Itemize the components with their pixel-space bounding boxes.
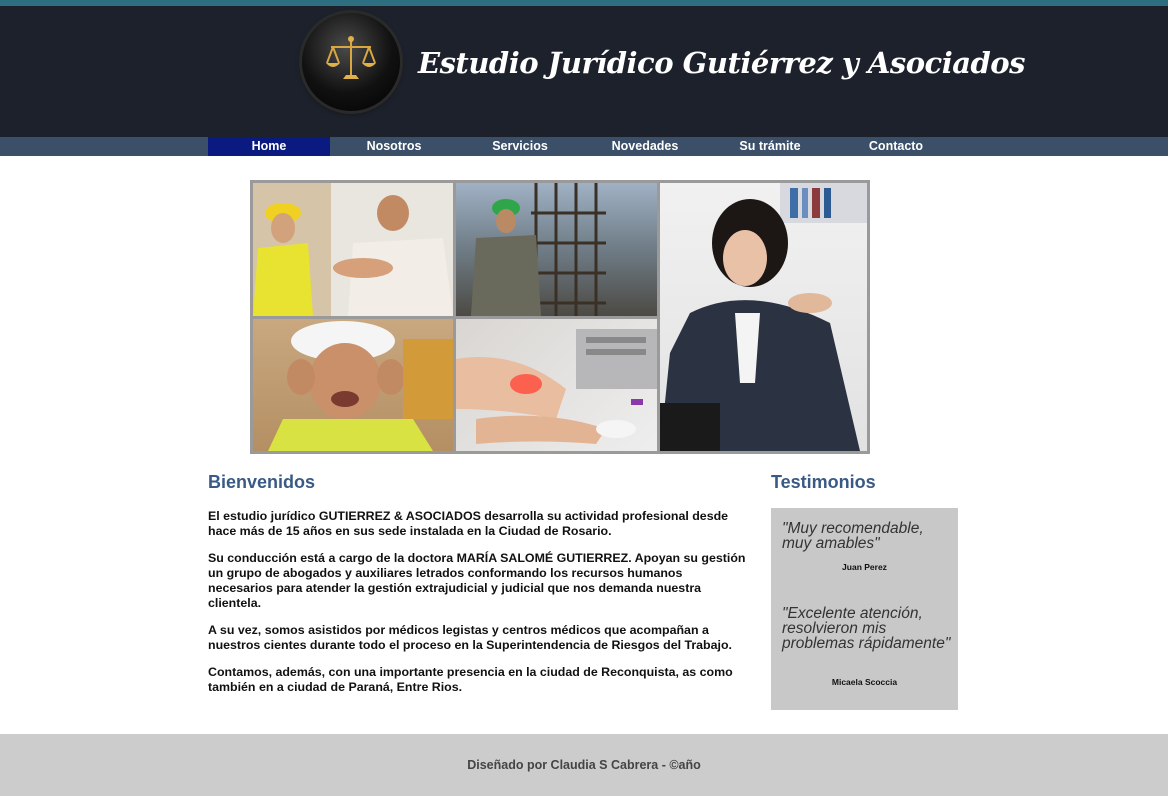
collage-photo-construction-worker (456, 183, 657, 316)
nav-item-nosotros[interactable]: Nosotros (333, 137, 455, 156)
nav-item-servicios[interactable]: Servicios (459, 137, 581, 156)
site-footer: Diseñado por Claudia S Cabrera - ©año (0, 734, 1168, 796)
testimonial-quote: "Muy recomendable, muy amables" (782, 520, 924, 552)
main-nav: Home Nosotros Servicios Novedades Su trá… (0, 137, 1168, 156)
nav-item-contacto[interactable]: Contacto (835, 137, 957, 156)
collage-photo-injured-worker (253, 183, 453, 316)
testimonial-author: Juan Perez (842, 562, 887, 572)
scales-of-justice-icon (326, 36, 376, 79)
nav-item-home[interactable]: Home (208, 137, 330, 156)
intro-paragraph-1: El estudio jurídico GUTIERREZ & ASOCIADO… (208, 509, 729, 538)
footer-credit: Diseñado por Claudia S Cabrera - ©año (467, 758, 701, 772)
nav-item-su-tramite[interactable]: Su trámite (709, 137, 831, 156)
collage-photo-office-worker (660, 183, 867, 451)
testimonial-author: Micaela Scoccia (831, 677, 898, 687)
nav-item-novedades[interactable]: Novedades (584, 137, 706, 156)
testimonial-quote: "Excelente atención, resolvieron mis pro… (782, 605, 951, 652)
collage-photo-wrist-pain (456, 319, 657, 451)
testimonials-box: "Muy recomendable, muy amables" Juan Per… (771, 508, 958, 710)
intro-paragraph-4: Contamos, además, con una importante pre… (208, 665, 733, 694)
hero-collage (250, 180, 870, 454)
site-header: Estudio Jurídico Gutiérrez y Asociados (0, 6, 1168, 137)
site-logo[interactable] (302, 13, 400, 111)
welcome-heading: Bienvenidos (208, 472, 316, 492)
intro-paragraph-2: Su conducción está a cargo de la doctora… (208, 551, 746, 610)
site-title: Estudio Jurídico Gutiérrez y Asociados (418, 46, 1025, 80)
intro-paragraph-3: A su vez, somos asistidos por médicos le… (208, 623, 732, 652)
collage-photo-noise-worker (253, 319, 453, 451)
testimonials-heading: Testimonios (771, 472, 876, 492)
